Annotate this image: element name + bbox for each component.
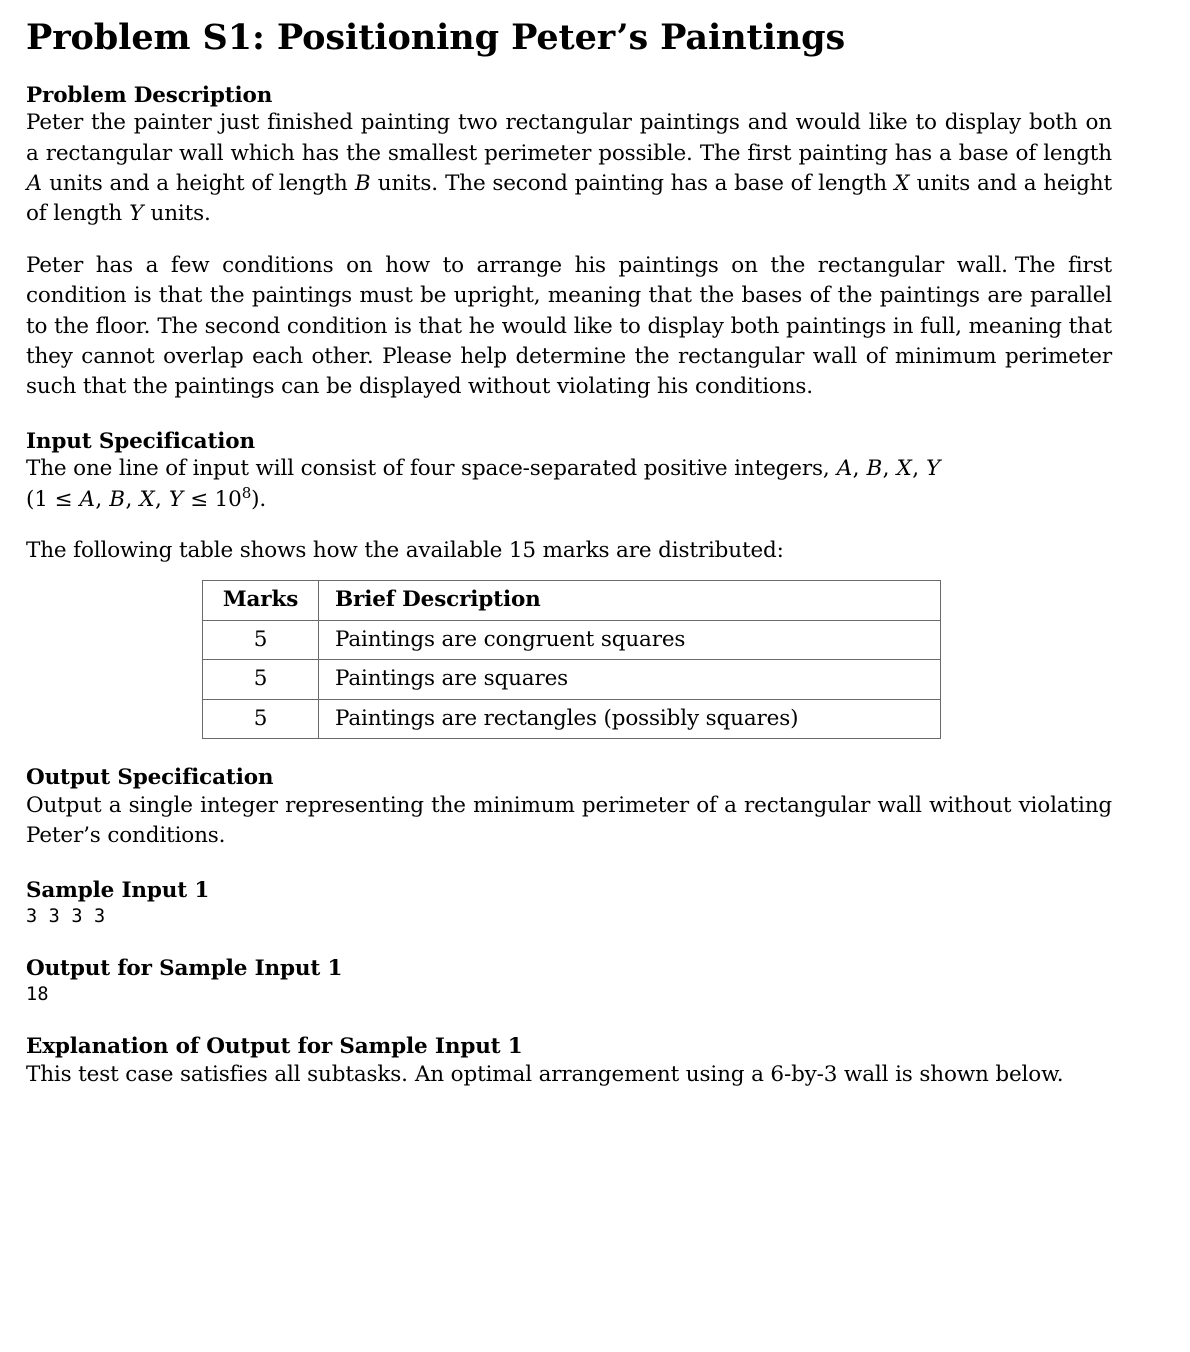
cell-description: Paintings are rectangles (possibly squar… bbox=[318, 698, 941, 740]
table-row: 5 Paintings are congruent squares bbox=[202, 619, 941, 661]
is-sep-2: , bbox=[882, 456, 897, 482]
table-header-row: Marks Brief Description bbox=[202, 580, 941, 621]
is-sep-3: , bbox=[912, 456, 926, 482]
math-var-b-3: B bbox=[109, 486, 125, 512]
paragraph-problem-description-2: Peter has a few conditions on how to arr… bbox=[26, 251, 1112, 403]
marks-table-body: 5 Paintings are congruent squares 5 Pain… bbox=[202, 619, 941, 740]
pd1-text-4: units. bbox=[371, 170, 438, 196]
page-title: Problem S1: Positioning Peter’s Painting… bbox=[26, 17, 846, 58]
cell-description: Paintings are squares bbox=[318, 659, 941, 700]
heading-problem-description: Problem Description bbox=[26, 82, 273, 108]
spacer-before-output-spec bbox=[26, 739, 1112, 765]
constraint-close: ). bbox=[251, 486, 267, 512]
pd1-text-2: The first painting has a base of length bbox=[699, 140, 1112, 166]
cell-marks: 5 bbox=[202, 619, 319, 661]
math-var-y-2: Y bbox=[926, 456, 941, 482]
pd1-text-3: units and a height of length bbox=[42, 170, 355, 196]
spacer-before-sample-input bbox=[26, 852, 1112, 878]
exp-text-2: An optimal arrangement using a 6-by-3 wa… bbox=[414, 1061, 1064, 1087]
is-text-1: The one line of input will consist of fo… bbox=[26, 456, 837, 482]
paragraph-output-specification: Output a single integer representing the… bbox=[26, 792, 1112, 849]
spacer-before-input-spec bbox=[26, 403, 1112, 429]
constraint-exponent: 8 bbox=[241, 483, 252, 502]
math-var-b-1: B bbox=[354, 170, 371, 196]
spacer-paragraph-1 bbox=[26, 230, 1112, 251]
column-header-marks: Marks bbox=[202, 580, 319, 621]
spacer-before-sample-output bbox=[26, 930, 1112, 956]
paragraph-table-intro: The following table shows how the availa… bbox=[26, 537, 784, 563]
exp-text-1: This test case satisfies all subtasks. bbox=[26, 1061, 408, 1087]
sample-input-1-content: 3 3 3 3 bbox=[26, 905, 106, 927]
document-content-column: Problem S1: Positioning Peter’s Painting… bbox=[26, 0, 1112, 1090]
spacer-after-title bbox=[26, 57, 1112, 83]
cell-marks: 5 bbox=[202, 698, 319, 740]
constraint-open: (1 ≤ bbox=[26, 486, 80, 512]
math-var-x-2: X bbox=[896, 456, 912, 482]
is-sep-1: , bbox=[852, 456, 867, 482]
cell-marks: 5 bbox=[202, 659, 319, 700]
paragraph-problem-description-1: Peter the painter just finished painting… bbox=[26, 108, 1112, 230]
marks-table: Marks Brief Description 5 Paintings are … bbox=[202, 580, 941, 740]
pd2-text-1: Peter has a few conditions on how to arr… bbox=[26, 252, 1008, 278]
marks-table-container: Marks Brief Description 5 Paintings are … bbox=[26, 580, 1112, 740]
math-var-b-2: B bbox=[866, 456, 883, 482]
math-var-a-1: A bbox=[26, 170, 43, 196]
table-row: 5 Paintings are rectangles (possibly squ… bbox=[202, 698, 941, 740]
document-page: Problem S1: Positioning Peter’s Painting… bbox=[0, 0, 1190, 1352]
spacer-before-table-intro bbox=[26, 515, 1112, 536]
paragraph-explanation: This test case satisfies all subtasks. An… bbox=[26, 1060, 1112, 1090]
heading-input-specification: Input Specification bbox=[26, 428, 255, 454]
table-row: 5 Paintings are squares bbox=[202, 659, 941, 700]
math-var-x-3: X bbox=[139, 486, 155, 512]
heading-explanation-of-output: Explanation of Output for Sample Input 1 bbox=[26, 1034, 523, 1060]
pd1-text-7: units. bbox=[143, 201, 211, 227]
math-var-a-2: A bbox=[836, 456, 853, 482]
constraint-sep-1: , bbox=[95, 486, 109, 512]
math-var-x-1: X bbox=[894, 170, 910, 196]
paragraph-input-specification: The one line of input will consist of fo… bbox=[26, 454, 1112, 484]
column-header-brief-description: Brief Description bbox=[318, 580, 941, 621]
constraint-mid: ≤ 10 bbox=[183, 486, 242, 512]
spacer-before-explanation bbox=[26, 1008, 1112, 1034]
math-var-y-3: Y bbox=[168, 486, 183, 512]
constraint-sep-3: , bbox=[154, 486, 169, 512]
output-for-sample-input-1-content: 18 bbox=[26, 984, 49, 1006]
math-var-a-3: A bbox=[79, 486, 96, 512]
constraint-sep-2: , bbox=[125, 486, 139, 512]
marks-table-head: Marks Brief Description bbox=[202, 580, 941, 621]
spacer-before-table bbox=[26, 566, 1112, 580]
math-var-y-1: Y bbox=[129, 201, 144, 227]
pd1-text-5: The second painting has a base of length bbox=[445, 170, 894, 196]
cell-description: Paintings are congruent squares bbox=[318, 619, 941, 661]
heading-output-specification: Output Specification bbox=[26, 765, 274, 791]
heading-sample-input-1: Sample Input 1 bbox=[26, 877, 210, 903]
heading-output-for-sample-input-1: Output for Sample Input 1 bbox=[26, 955, 343, 981]
paragraph-input-constraint: (1 ≤ A, B, X, Y ≤ 108). bbox=[26, 485, 1112, 515]
